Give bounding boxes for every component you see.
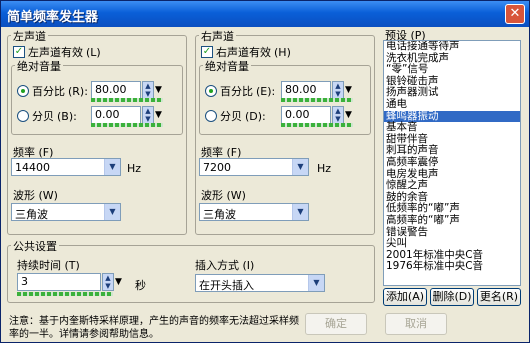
left-percent-stepper[interactable]: ▲ ▼ (142, 81, 154, 99)
checkmark-icon: ✓ (13, 46, 25, 58)
left-wave-label: 波形 (W) (13, 189, 58, 202)
checkmark-icon: ✓ (201, 46, 213, 58)
right-db-stepper[interactable]: ▲ ▼ (332, 106, 344, 124)
right-db-input[interactable]: 0.00 (281, 106, 331, 124)
left-channel-title: 左声道 (11, 28, 48, 44)
right-percent-input[interactable]: 80.00 (281, 81, 331, 99)
duration-stepper[interactable]: ▲ ▼ (102, 273, 114, 291)
right-percent-dropdown-icon[interactable]: ▼ (345, 81, 353, 99)
add-preset-button[interactable]: 添加(A) (383, 288, 427, 306)
close-icon[interactable]: ✕ (505, 4, 525, 24)
left-db-slider[interactable] (91, 123, 163, 127)
duration-dropdown-icon[interactable]: ▼ (115, 273, 123, 291)
insert-mode-label: 插入方式 (I) (195, 259, 255, 272)
chevron-down-icon[interactable]: ▼ (292, 204, 308, 220)
left-db-radio[interactable]: 分贝 (B): (17, 108, 77, 124)
right-percent-stepper[interactable]: ▲ ▼ (332, 81, 344, 99)
duration-slider[interactable] (17, 292, 113, 296)
right-db-radio[interactable]: 分贝 (D): (205, 108, 266, 124)
duration-label: 持续时间 (T) (17, 259, 80, 272)
dialog-window: 简单频率发生器 ✕ 左声道 ✓ 左声道有效 (L) 绝对音量 百分比 (R): 80… (0, 0, 530, 343)
left-db-stepper[interactable]: ▲ ▼ (142, 106, 154, 124)
presets-list[interactable]: 电话接通等待声 洗衣机完成声 “零”信号 银铃碰击声 扬声器测试 通电 蜂鸣器振动 基本音 甜带… (383, 40, 521, 286)
preset-item[interactable]: 1976年标准中央C音 (384, 261, 520, 273)
preset-item[interactable]: 高频率震停 (384, 156, 520, 169)
right-wave-select[interactable]: 三角波 ▼ (199, 203, 309, 221)
chevron-down-icon[interactable]: ▼ (104, 204, 120, 220)
left-db-dropdown-icon[interactable]: ▼ (155, 106, 163, 124)
left-db-input[interactable]: 0.00 (91, 106, 141, 124)
chevron-down-icon[interactable]: ▼ (308, 275, 324, 291)
right-freq-combo[interactable]: 7200 ▼ (199, 158, 309, 176)
title-bar[interactable]: 简单频率发生器 ✕ (1, 1, 529, 27)
left-percent-dropdown-icon[interactable]: ▼ (155, 81, 163, 99)
common-settings-title: 公共设置 (11, 238, 59, 254)
preset-item[interactable]: 尖叫 (384, 237, 520, 250)
right-db-slider[interactable] (281, 123, 353, 127)
window-title: 简单频率发生器 (7, 10, 99, 25)
ok-button[interactable]: 确定 (305, 313, 367, 335)
rename-preset-button[interactable]: 更名(R) (477, 288, 521, 306)
preset-item[interactable]: 基本音 (384, 122, 520, 134)
left-volume-title: 绝对音量 (15, 58, 63, 74)
delete-preset-button[interactable]: 删除(D) (430, 288, 474, 306)
left-percent-radio[interactable]: 百分比 (R): (17, 83, 88, 99)
chevron-down-icon[interactable]: ▼ (104, 159, 120, 175)
right-wave-label: 波形 (W) (201, 189, 246, 202)
left-freq-combo[interactable]: 14400 ▼ (11, 158, 121, 176)
right-db-dropdown-icon[interactable]: ▼ (345, 106, 353, 124)
right-channel-title: 右声道 (199, 28, 236, 44)
preset-item[interactable]: 惊醒之声 (384, 180, 520, 192)
right-freq-unit: Hz (317, 162, 332, 175)
duration-unit: 秒 (135, 279, 146, 292)
nyquist-note: 注意：基于内奎斯特采样原理，产生的声音的频率无法超过采样频率的一半。详情请参阅帮… (9, 316, 299, 340)
right-percent-slider[interactable] (281, 98, 353, 102)
left-freq-unit: Hz (127, 162, 142, 175)
right-percent-radio[interactable]: 百分比 (E): (205, 83, 275, 99)
left-percent-input[interactable]: 80.00 (91, 81, 141, 99)
insert-mode-select[interactable]: 在开头插入 ▼ (195, 274, 325, 292)
preset-item[interactable]: 高频率的“嘟”声 (384, 214, 520, 227)
preset-item[interactable]: 通电 (384, 98, 520, 111)
left-wave-select[interactable]: 三角波 ▼ (11, 203, 121, 221)
chevron-down-icon[interactable]: ▼ (292, 159, 308, 175)
cancel-button[interactable]: 取消 (385, 313, 447, 335)
duration-input[interactable]: 3 (17, 273, 101, 291)
preset-item[interactable]: 电话接通等待声 (384, 41, 520, 53)
left-percent-slider[interactable] (91, 98, 163, 102)
right-volume-title: 绝对音量 (203, 58, 251, 74)
